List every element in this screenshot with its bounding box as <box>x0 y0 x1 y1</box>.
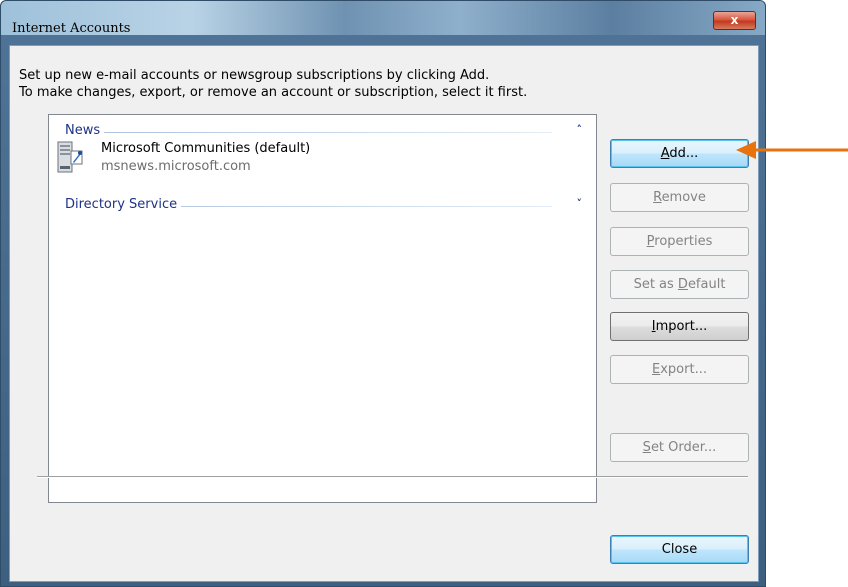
import-button[interactable]: Import... <box>610 312 749 341</box>
instruction-line-1: Set up new e-mail accounts or newsgroup … <box>19 68 490 83</box>
divider <box>37 476 748 478</box>
properties-button[interactable]: Properties <box>610 227 749 256</box>
instructions: Set up new e-mail accounts or newsgroup … <box>19 67 527 101</box>
set-as-default-button[interactable]: Set as Default <box>610 270 749 299</box>
close-button[interactable]: Close <box>610 535 749 564</box>
chevron-down-icon[interactable]: ˅ <box>577 197 583 210</box>
account-name: Microsoft Communities (default) <box>101 141 311 156</box>
arrow-left-icon <box>736 141 848 159</box>
dialog-client-area: Set up new e-mail accounts or newsgroup … <box>9 45 759 582</box>
group-label-directory-service: Directory Service <box>65 197 182 212</box>
button-label: xport... <box>660 362 707 377</box>
button-label: roperties <box>654 234 713 249</box>
access-key: S <box>642 440 651 455</box>
button-label: et Order... <box>650 440 717 455</box>
window-close-button[interactable]: x <box>713 11 756 30</box>
account-server: msnews.microsoft.com <box>101 159 251 174</box>
window-title: Internet Accounts <box>12 21 131 36</box>
access-key: D <box>677 277 688 292</box>
chevron-up-icon[interactable]: ˄ <box>577 123 583 136</box>
remove-button[interactable]: Remove <box>610 183 749 212</box>
group-header-directory-service[interactable]: Directory Service ˅ <box>49 197 596 215</box>
accounts-list[interactable]: News ˄ Microsoft Communities (default) m… <box>48 114 597 503</box>
group-header-news[interactable]: News ˄ <box>49 123 596 141</box>
add-button[interactable]: Add... <box>610 139 749 168</box>
access-key: E <box>652 362 661 377</box>
button-label: dd... <box>669 146 699 161</box>
internet-accounts-window: Internet Accounts x Set up new e-mail ac… <box>0 0 766 587</box>
group-divider <box>65 132 552 133</box>
button-label: emove <box>661 190 706 205</box>
title-bar[interactable]: Internet Accounts x <box>1 1 765 36</box>
button-label: efault <box>687 277 726 292</box>
set-order-button[interactable]: Set Order... <box>610 433 749 462</box>
button-label: mport... <box>655 319 708 334</box>
button-label: Set as <box>633 277 678 292</box>
export-button[interactable]: Export... <box>610 355 749 384</box>
news-server-icon <box>57 141 83 173</box>
group-label-news: News <box>65 123 105 138</box>
instruction-line-2: To make changes, export, or remove an ac… <box>19 85 528 100</box>
access-key: R <box>653 190 662 205</box>
